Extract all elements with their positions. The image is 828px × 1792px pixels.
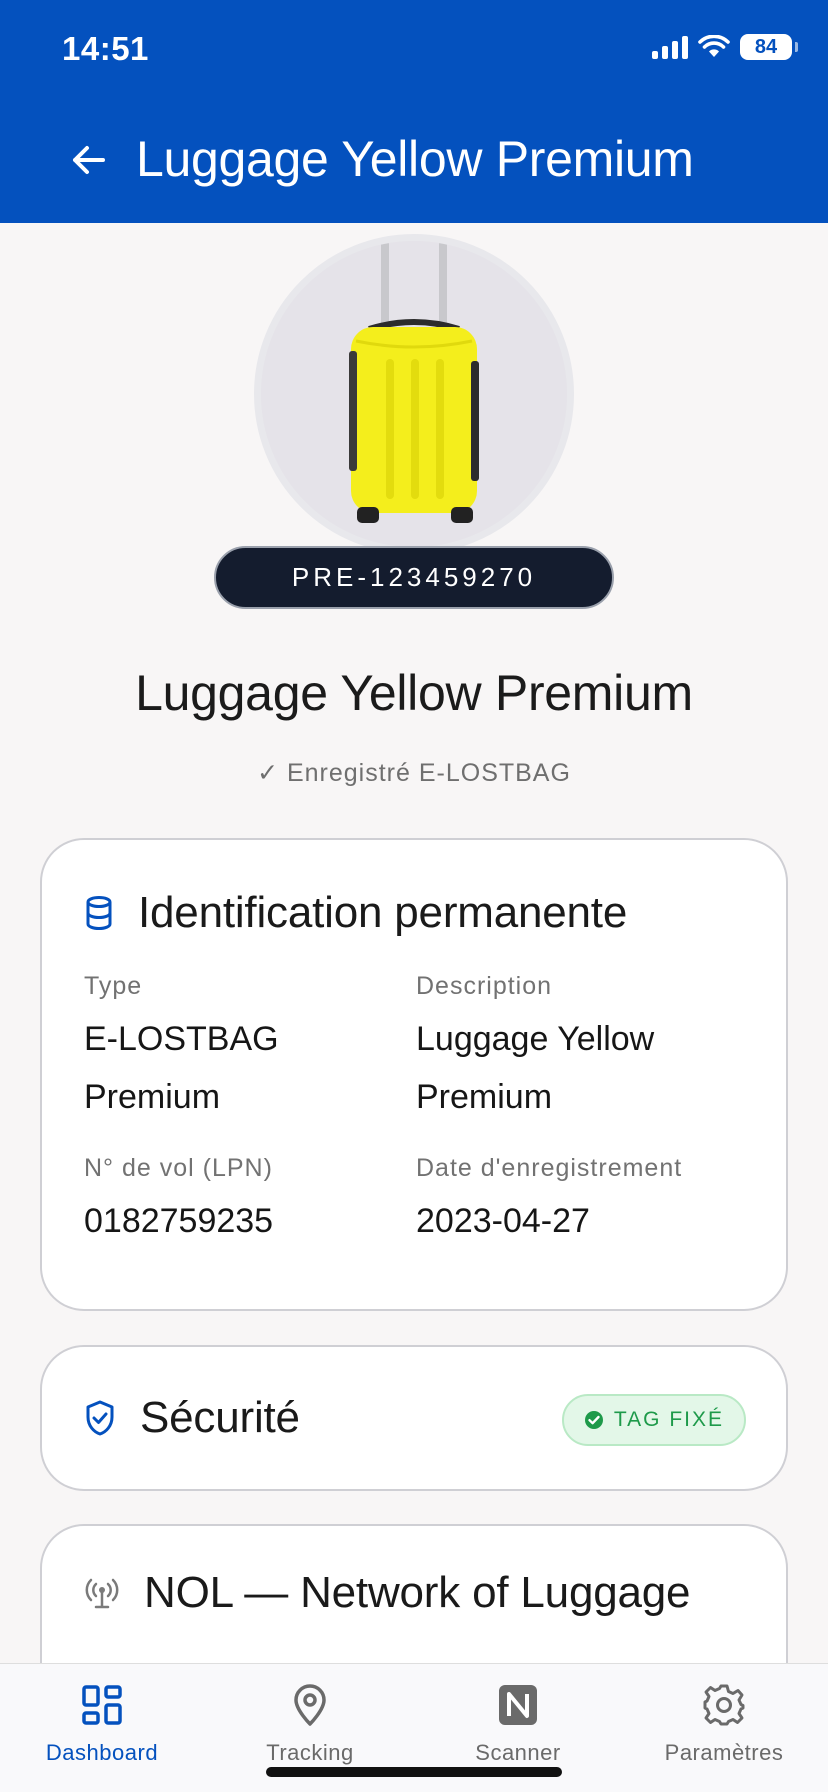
description-value-line2: Premium bbox=[416, 1078, 553, 1116]
cellular-signal-icon bbox=[652, 35, 688, 59]
nav-label-scanner: Scanner bbox=[475, 1740, 561, 1765]
check-circle-icon bbox=[584, 1411, 603, 1429]
nol-card-header: NOL — Network of Luggage bbox=[84, 1568, 690, 1618]
luggage-photo bbox=[254, 234, 574, 554]
type-label: Type bbox=[84, 972, 143, 1000]
suitcase-image bbox=[261, 241, 567, 547]
page-title: Luggage Yellow Premium bbox=[136, 131, 694, 187]
luggage-tag-id: PRE-123459270 bbox=[214, 546, 614, 609]
nfc-icon bbox=[499, 1685, 537, 1725]
type-value-line1: E-LOSTBAG bbox=[84, 1020, 279, 1058]
status-badge-label: TAG FIXÉ bbox=[613, 1408, 724, 1431]
description-label: Description bbox=[416, 972, 553, 1000]
registration-status: ✓ Enregistré E-LOSTBAG bbox=[257, 759, 571, 787]
app-header: 14:51 84 Luggage Yellow Premium bbox=[0, 0, 828, 223]
security-title: Sécurité bbox=[140, 1393, 300, 1442]
identification-title: Identification permanente bbox=[138, 888, 628, 937]
nav-item-scanner[interactable]: Scanner bbox=[418, 1682, 618, 1766]
status-badge: TAG FIXÉ bbox=[561, 1394, 746, 1446]
dashboard-icon bbox=[82, 1685, 122, 1725]
nav-item-tracking[interactable]: Tracking bbox=[210, 1682, 410, 1766]
identification-card-header: Identification permanente bbox=[84, 888, 627, 938]
location-pin-icon bbox=[294, 1684, 326, 1726]
wifi-icon bbox=[698, 35, 730, 57]
registration-date-label: Date d'enregistrement bbox=[416, 1154, 683, 1182]
nav-label-dashboard: Dashboard bbox=[45, 1740, 159, 1765]
nav-item-settings[interactable]: Paramètres bbox=[624, 1682, 824, 1766]
description-value-line1: Luggage Yellow bbox=[416, 1020, 655, 1058]
nav-item-dashboard[interactable]: Dashboard bbox=[2, 1682, 202, 1766]
registration-date-value: 2023-04-27 bbox=[416, 1202, 590, 1240]
flight-number-value: 0182759235 bbox=[84, 1202, 274, 1240]
security-card-header: Sécurité bbox=[84, 1393, 300, 1443]
type-value-line2: Premium bbox=[84, 1078, 221, 1116]
status-icons: 84 bbox=[652, 34, 798, 60]
antenna-icon bbox=[85, 1578, 119, 1609]
gear-icon bbox=[703, 1684, 745, 1726]
battery-icon: 84 bbox=[740, 34, 798, 60]
flight-number-label: N° de vol (LPN) bbox=[84, 1154, 273, 1182]
shield-check-icon bbox=[86, 1400, 114, 1436]
arrow-left-icon bbox=[73, 146, 105, 174]
luggage-name: Luggage Yellow Premium bbox=[135, 665, 693, 721]
nol-title: NOL — Network of Luggage bbox=[144, 1568, 691, 1617]
nav-label-tracking: Tracking bbox=[266, 1740, 354, 1765]
nav-label-settings: Paramètres bbox=[664, 1740, 784, 1765]
back-button[interactable] bbox=[66, 138, 110, 182]
identification-card: Identification permanente Type E-LOSTBAG… bbox=[40, 838, 788, 1311]
status-time: 14:51 bbox=[62, 30, 149, 67]
database-icon bbox=[86, 896, 112, 930]
security-card[interactable]: Sécurité TAG FIXÉ bbox=[40, 1345, 788, 1491]
home-indicator bbox=[266, 1767, 562, 1777]
